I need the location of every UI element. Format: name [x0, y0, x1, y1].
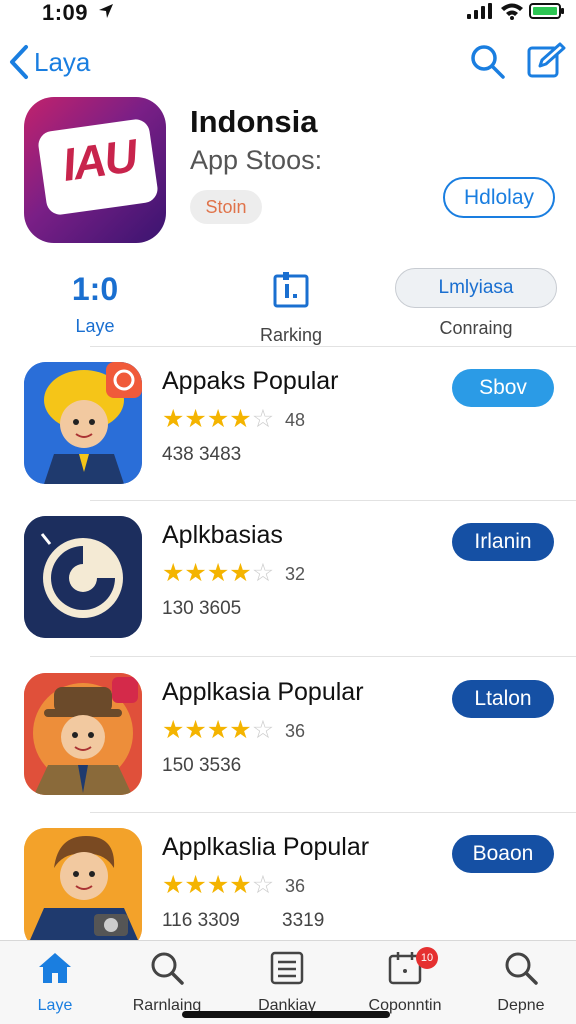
notification-badge: 10: [416, 947, 438, 969]
star-rating: ★ ★ ★ ★ ☆: [162, 406, 274, 432]
star-rating: ★ ★ ★ ★ ☆: [162, 717, 274, 743]
character-avatar-icon: [24, 362, 142, 484]
page-title: Indonsia: [190, 104, 318, 139]
get-button[interactable]: Sbov: [452, 369, 554, 407]
divider: [90, 500, 576, 501]
compose-icon[interactable]: [526, 42, 566, 80]
app-icon[interactable]: [24, 516, 142, 638]
search-icon: [151, 952, 184, 985]
search-icon[interactable]: [468, 42, 506, 80]
rating-count: 48: [285, 410, 306, 430]
star-icon: ★: [184, 559, 207, 587]
clock-icon: [24, 516, 142, 638]
chevron-left-icon: [10, 45, 28, 79]
ranking-icon: [273, 272, 309, 308]
star-icon: ★: [162, 559, 185, 587]
star-half-icon: ☆: [251, 405, 275, 433]
battery-icon: [529, 3, 564, 19]
get-button[interactable]: Irlanin: [452, 523, 554, 561]
tab-label: Depne: [497, 997, 545, 1014]
tab-ranking[interactable]: Rarnlaing: [112, 949, 222, 1015]
stat-category-label: Conraing: [439, 318, 513, 338]
location-arrow-icon: [99, 4, 113, 18]
status-badge: Stoin: [190, 190, 262, 224]
rating-count: 36: [285, 721, 306, 741]
star-icon: ★: [206, 559, 230, 587]
download-count: 130 3605: [162, 598, 242, 619]
stat-ranking-label: Rarking: [259, 325, 323, 345]
divider: [90, 346, 576, 347]
app-title: Aplkbasias: [162, 521, 283, 549]
star-icon: ★: [162, 716, 185, 744]
star-half-icon: ☆: [251, 871, 275, 899]
divider: [90, 656, 576, 657]
download-count: 150 3536: [162, 755, 242, 776]
get-button[interactable]: Boaon: [452, 835, 554, 873]
star-rating: ★ ★ ★ ★ ☆: [162, 560, 274, 586]
star-icon: ★: [229, 559, 252, 587]
divider: [90, 812, 576, 813]
stat-rating: 1:0 Laye: [40, 268, 150, 340]
app-icon[interactable]: [24, 673, 142, 795]
character-avatar-icon: [24, 673, 142, 795]
stat-rating-label: Laye: [75, 316, 115, 336]
tab-home[interactable]: Laye: [0, 949, 110, 1015]
download-count: 116 3309: [162, 910, 240, 931]
app-icon[interactable]: [24, 362, 142, 484]
tab-list[interactable]: Dankiay: [232, 949, 342, 1015]
home-indicator[interactable]: [182, 1011, 390, 1018]
list-icon: [270, 951, 304, 985]
star-icon: ★: [229, 716, 252, 744]
rating-count: 32: [285, 564, 306, 584]
list-item[interactable]: Appaks Popular ★ ★ ★ ★ ☆ 48 438 3483 Sbov: [0, 362, 576, 492]
star-icon: ★: [206, 405, 230, 433]
stat-rating-value: 1:0: [71, 271, 119, 307]
star-rating: ★ ★ ★ ★ ☆: [162, 872, 274, 898]
character-avatar-icon: [24, 828, 142, 940]
search-icon: [505, 952, 538, 985]
star-icon: ★: [162, 871, 185, 899]
category-pill[interactable]: Lmlyiasa: [395, 268, 557, 308]
tab-coupon[interactable]: 10 Coponntin: [350, 947, 460, 1015]
stat-category[interactable]: Lmlyiasa Conraing: [391, 268, 561, 340]
status-time: 1:09: [42, 0, 89, 25]
get-button[interactable]: Ltalon: [452, 680, 554, 718]
list-item[interactable]: Applkaslia Popular ★ ★ ★ ★ ☆ 36 116 3309 331…: [0, 828, 576, 958]
star-icon: ★: [206, 716, 230, 744]
tab-label: Laye: [37, 997, 73, 1014]
star-icon: ★: [184, 871, 207, 899]
back-button[interactable]: Laya: [8, 42, 90, 82]
page-subtitle: App Stoos:: [190, 145, 323, 175]
star-icon: ★: [229, 871, 252, 899]
featured-app-icon[interactable]: IAU: [24, 97, 166, 243]
star-icon: ★: [184, 716, 207, 744]
app-icon[interactable]: [24, 828, 142, 950]
home-icon: [39, 953, 71, 983]
star-half-icon: ☆: [251, 716, 275, 744]
status-bar: 1:09: [0, 0, 576, 26]
cellular-signal-icon: [467, 3, 492, 19]
app-title: Appaks Popular: [162, 367, 339, 395]
navigation-bar: Laya: [0, 38, 576, 86]
star-icon: ★: [162, 405, 185, 433]
back-label: Laya: [34, 46, 91, 77]
stat-ranking[interactable]: Rarking: [236, 268, 346, 345]
star-icon: ★: [206, 871, 230, 899]
app-title: Applkasia Popular: [162, 678, 364, 706]
tab-search[interactable]: Depne: [466, 949, 576, 1015]
star-icon: ★: [229, 405, 252, 433]
header-action-button[interactable]: Hdlolay: [443, 177, 555, 218]
star-icon: ★: [184, 405, 207, 433]
download-count: 438 3483: [162, 444, 242, 465]
wifi-icon: [501, 3, 523, 20]
download-count-secondary: 3319: [282, 910, 325, 931]
star-half-icon: ☆: [251, 559, 275, 587]
rating-count: 36: [285, 876, 306, 896]
app-title: Applkaslia Popular: [162, 833, 370, 861]
list-item[interactable]: Aplkbasias ★ ★ ★ ★ ☆ 32 130 3605 Irlanin: [0, 516, 576, 646]
list-item[interactable]: Applkasia Popular ★ ★ ★ ★ ☆ 36 150 3536 Ltal…: [0, 673, 576, 803]
